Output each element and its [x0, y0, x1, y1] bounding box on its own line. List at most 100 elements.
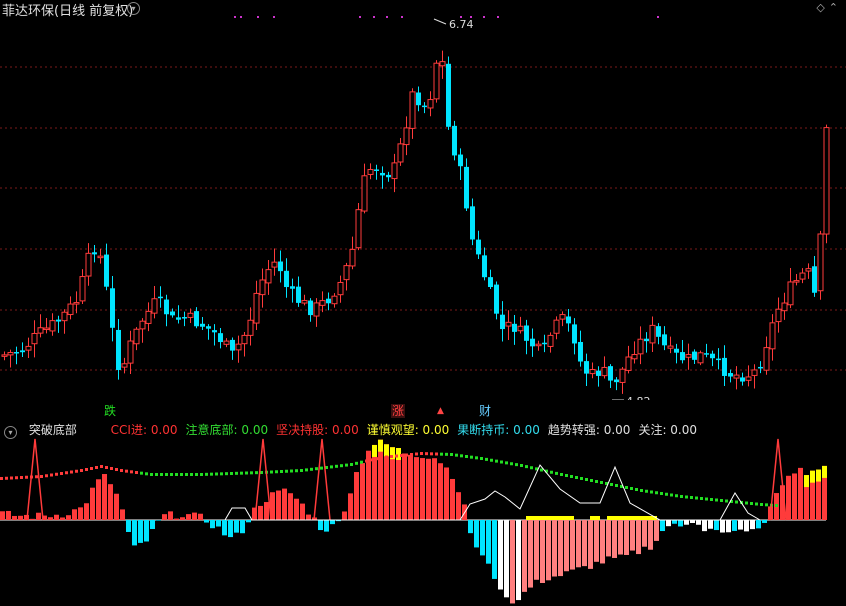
high-price-label: 6.74	[449, 18, 474, 31]
price-chart-panel[interactable]: 6.74 4.82	[0, 0, 846, 400]
candle	[674, 343, 679, 364]
trend-dot	[675, 494, 678, 498]
histogram-bar	[402, 453, 407, 520]
candle	[631, 341, 638, 364]
trend-dot	[25, 475, 28, 479]
histogram-bar	[342, 511, 347, 520]
histogram-bar	[60, 517, 65, 520]
histogram-bar	[528, 520, 533, 588]
indicator-panel[interactable]	[0, 419, 846, 606]
histogram-bar	[222, 520, 227, 536]
trend-dot	[405, 453, 408, 457]
histogram-bar	[90, 487, 95, 520]
candle	[608, 364, 613, 388]
histogram-bar	[486, 520, 491, 564]
trend-dot	[585, 478, 588, 481]
trend-dot	[95, 466, 98, 469]
candle	[422, 102, 427, 114]
histogram-bar	[480, 520, 485, 556]
trend-dot	[225, 472, 228, 476]
candle	[614, 377, 619, 391]
marker-dot	[234, 16, 236, 18]
signal-cai: 财	[479, 404, 492, 418]
trend-dot	[360, 460, 363, 464]
trend-dot	[710, 498, 713, 501]
histogram-bar	[666, 520, 671, 527]
trend-dot	[530, 466, 533, 470]
window-controls[interactable]: ◇⌃	[816, 1, 842, 14]
candle	[235, 335, 242, 363]
candle	[49, 313, 56, 336]
trend-dot	[600, 481, 603, 484]
candle	[656, 323, 661, 345]
histogram-bar	[324, 520, 329, 532]
candle	[505, 310, 512, 341]
candle	[470, 198, 475, 246]
histogram-bar	[246, 520, 251, 523]
histogram-bar	[444, 467, 449, 520]
marker-dot	[657, 16, 659, 18]
histogram-bar	[102, 474, 107, 520]
trend-dot	[205, 472, 208, 476]
histogram-bar	[546, 520, 551, 581]
trend-dot	[505, 461, 508, 465]
candle	[110, 275, 115, 342]
diamond-icon[interactable]: ◇	[816, 1, 828, 14]
histogram-bar	[516, 520, 521, 601]
histogram-bar	[534, 520, 539, 580]
candle	[337, 275, 344, 303]
histogram-bar	[576, 520, 581, 568]
trend-dot	[190, 473, 193, 476]
trend-dot	[555, 471, 558, 475]
trend-dot	[140, 471, 143, 475]
chart-title: 菲达环保(日线 前复权)	[2, 0, 133, 19]
histogram-bar	[594, 520, 599, 562]
trend-dot	[625, 486, 628, 489]
histogram-bar	[630, 520, 635, 551]
candle	[530, 328, 535, 357]
trend-dot	[145, 472, 148, 476]
histogram-bar	[408, 454, 413, 520]
candle	[79, 269, 86, 304]
trend-dot	[235, 471, 238, 475]
candle	[680, 339, 685, 364]
trend-dot	[105, 466, 108, 469]
candle	[476, 230, 481, 259]
candle	[187, 308, 194, 324]
trend-dot	[215, 472, 218, 476]
histogram-bar	[96, 479, 101, 520]
candle	[56, 315, 61, 333]
histogram-bar	[636, 520, 641, 555]
histogram-bar	[738, 520, 743, 530]
histogram-cap	[822, 465, 827, 478]
marker-dot	[483, 16, 485, 18]
trend-dot	[410, 453, 413, 456]
candle	[553, 316, 560, 340]
histogram-bar	[30, 518, 35, 520]
trend-dot	[75, 469, 78, 473]
trend-dot	[425, 452, 428, 456]
histogram-bar	[600, 520, 605, 564]
trend-dot	[160, 473, 163, 476]
candle	[763, 336, 770, 375]
trend-dot	[695, 496, 698, 500]
histogram-bar	[552, 520, 557, 577]
histogram-bar	[294, 498, 299, 520]
candle	[391, 153, 398, 193]
trend-dot	[680, 495, 683, 498]
candle	[589, 362, 596, 379]
chevron-down-icon[interactable]: ▾	[127, 2, 140, 15]
candle	[145, 302, 152, 332]
trend-dot	[135, 471, 138, 474]
candlestick-chart[interactable]: 6.74 4.82	[0, 0, 846, 400]
histogram-bar	[240, 520, 245, 534]
chevron-up-icon[interactable]: ⌃	[829, 1, 842, 14]
candle	[37, 314, 44, 338]
trend-dot	[575, 476, 578, 479]
candle	[535, 340, 542, 351]
trend-dot	[320, 466, 323, 470]
trend-dot	[20, 476, 23, 479]
trend-dot	[735, 500, 738, 504]
histogram-bar	[300, 503, 305, 520]
indicator-chart[interactable]	[0, 419, 846, 606]
